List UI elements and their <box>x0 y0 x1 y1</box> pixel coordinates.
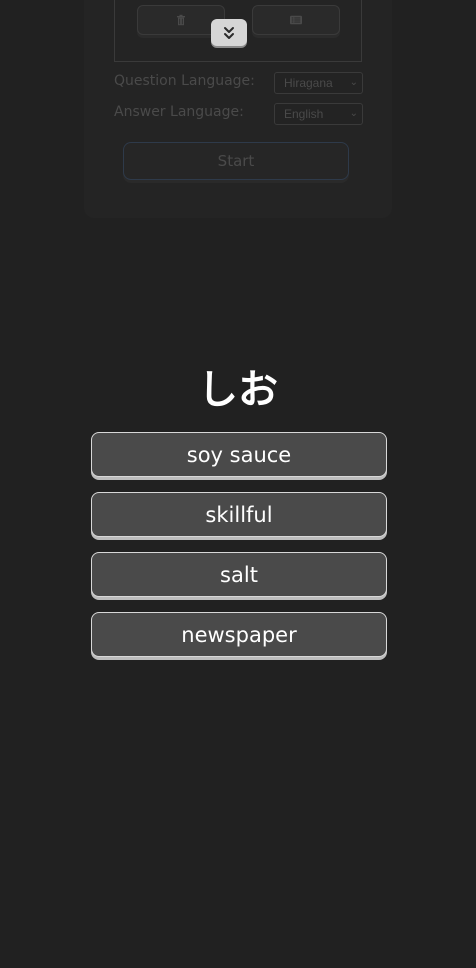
answer-language-select[interactable]: English ⌄ <box>274 103 363 125</box>
chevron-down-icon: ⌄ <box>349 77 358 88</box>
answer-button[interactable]: salt <box>91 552 387 597</box>
answer-button[interactable]: soy sauce <box>91 432 387 477</box>
chevron-down-icon: ⌄ <box>349 108 358 119</box>
collapse-toggle-button[interactable] <box>211 19 247 46</box>
trash-icon <box>177 14 185 26</box>
answer-button[interactable]: skillful <box>91 492 387 537</box>
double-chevron-down-icon <box>224 26 234 39</box>
page: Question Language: Hiragana ⌄ Answer Lan… <box>0 0 476 968</box>
question-text: しお <box>198 367 278 413</box>
start-button[interactable]: Start <box>123 142 349 180</box>
answer-language-value: English <box>284 107 324 121</box>
question-language-value: Hiragana <box>284 76 333 90</box>
word-list-button[interactable] <box>252 5 340 35</box>
question-language-select[interactable]: Hiragana ⌄ <box>274 72 363 94</box>
answer-list: soy sauce skillful salt newspaper <box>91 432 387 672</box>
answer-language-label: Answer Language: <box>114 104 244 120</box>
answer-button[interactable]: newspaper <box>91 612 387 657</box>
question-language-label: Question Language: <box>114 73 255 89</box>
list-icon <box>290 15 302 25</box>
